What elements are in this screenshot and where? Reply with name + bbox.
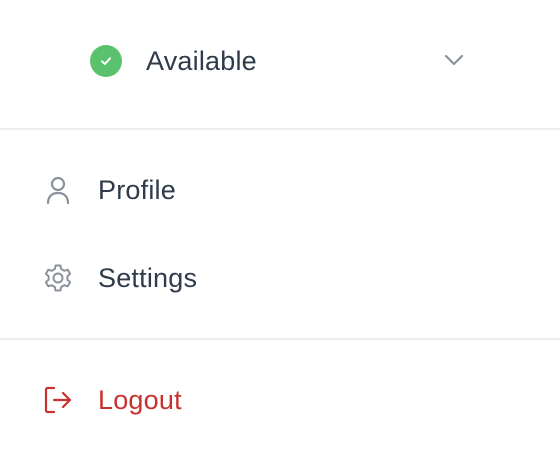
user-dropdown-menu: Available Profile Settings Logout — [0, 0, 560, 452]
menu-item-profile[interactable]: Profile — [0, 154, 560, 226]
chevron-down-icon[interactable] — [443, 51, 465, 69]
divider — [0, 128, 560, 130]
status-selector[interactable]: Available — [0, 0, 560, 128]
check-icon — [101, 57, 111, 65]
status-label: Available — [146, 46, 257, 76]
menu-item-settings[interactable]: Settings — [0, 242, 560, 314]
menu-item-label: Profile — [98, 175, 176, 205]
user-icon — [46, 176, 70, 205]
menu-item-label: Settings — [98, 263, 198, 293]
gear-icon — [44, 264, 72, 292]
status-indicator — [90, 45, 122, 77]
menu-item-label: Logout — [98, 385, 182, 415]
menu-item-logout[interactable]: Logout — [0, 364, 560, 436]
divider — [0, 338, 560, 340]
logout-icon — [44, 386, 72, 414]
